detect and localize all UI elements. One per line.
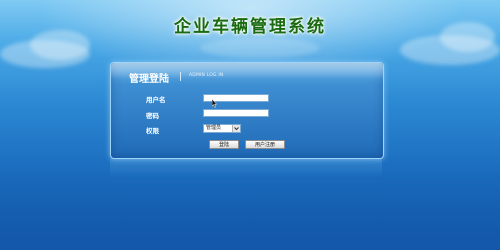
- cloud-decoration: [200, 38, 320, 58]
- role-selected-value: 管理员: [206, 125, 222, 131]
- app-title: 企业车辆管理系统: [174, 17, 326, 37]
- mouse-pointer-icon: [212, 99, 218, 108]
- register-button[interactable]: 用户注册: [245, 140, 285, 149]
- chevron-down-icon[interactable]: [232, 125, 240, 132]
- password-label: 密码: [146, 112, 159, 120]
- ground-shade: [0, 170, 500, 250]
- panel-subtitle: ADMIN LOG IN: [189, 73, 224, 78]
- role-label: 权限: [146, 127, 159, 135]
- username-label: 用户名: [146, 96, 166, 104]
- role-select[interactable]: 管理员: [203, 124, 241, 133]
- login-button[interactable]: 登陆: [209, 140, 239, 149]
- login-panel: 管理登陆 ADMIN LOG IN 用户名 密码 权限 管理员 登陆 用户注册: [110, 62, 384, 159]
- password-input[interactable]: [203, 109, 269, 117]
- panel-title: 管理登陆: [129, 74, 169, 85]
- title-divider: [180, 72, 181, 81]
